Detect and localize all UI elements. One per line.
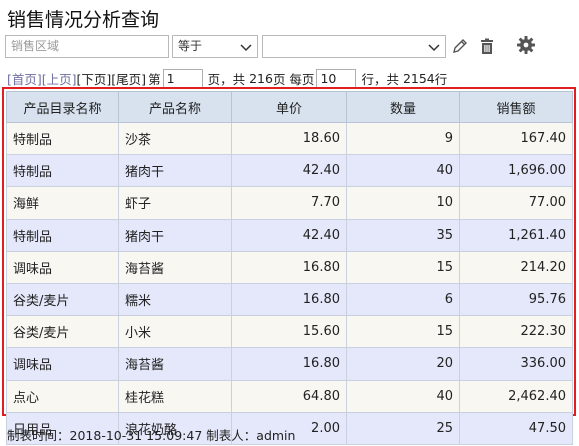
- table-cell: 谷类/麦片: [6, 282, 119, 317]
- table-cell: 95.76: [459, 282, 573, 317]
- page-title: 销售情况分析查询: [7, 9, 160, 31]
- table-cell: 小米: [118, 315, 232, 349]
- table-cell: 猪肉干: [118, 154, 232, 188]
- table-cell: 特制品: [6, 121, 119, 156]
- table-header-row: 产品目录名称 产品名称 单价 数量 销售额: [6, 91, 573, 123]
- prev-page-link[interactable]: [上页]: [42, 69, 77, 88]
- table-cell: 15: [346, 250, 460, 284]
- table-cell: 20: [346, 347, 460, 381]
- table-cell: 16.80: [231, 250, 347, 284]
- table-cell: 6: [346, 282, 460, 317]
- trash-icon: [481, 38, 493, 54]
- table-cell: 调味品: [6, 250, 119, 284]
- column-header[interactable]: 单价: [231, 91, 347, 123]
- edit-button[interactable]: [450, 36, 470, 56]
- page-number-input[interactable]: 1: [162, 68, 203, 88]
- table-cell: 点心: [6, 379, 119, 413]
- table-cell: 虾子: [118, 186, 232, 220]
- table-row[interactable]: 点心 桂花糕 64.80 40 2,462.40: [6, 379, 573, 413]
- table-cell: 15.60: [231, 315, 347, 349]
- table-cell: 桂花糕: [118, 379, 232, 413]
- chevron-down-icon: [240, 44, 252, 52]
- table-cell: 214.20: [459, 250, 573, 284]
- table-cell: 167.40: [459, 121, 573, 156]
- next-page-link[interactable]: [下页]: [77, 69, 112, 88]
- table-cell: 42.40: [231, 154, 347, 188]
- per-page-input[interactable]: 10: [316, 68, 357, 88]
- last-page-link[interactable]: [尾页]: [111, 69, 146, 88]
- table-cell: 336.00: [459, 347, 573, 381]
- table-row[interactable]: 调味品 海苔酱 16.80 20 336.00: [6, 347, 573, 381]
- table-cell: 25: [346, 411, 460, 445]
- table-cell: 沙茶: [118, 121, 232, 156]
- table-cell: 77.00: [459, 186, 573, 220]
- page-prefix-label: 第: [148, 71, 161, 87]
- table-cell: 10: [346, 186, 460, 220]
- table-cell: 1,261.40: [459, 218, 573, 252]
- table-cell: 2,462.40: [459, 379, 573, 413]
- table-cell: 64.80: [231, 379, 347, 413]
- first-page-link[interactable]: [首页]: [7, 69, 42, 88]
- table-cell: 海苔酱: [118, 250, 232, 284]
- table-cell: 谷类/麦片: [6, 315, 119, 349]
- delete-button[interactable]: [477, 36, 497, 56]
- table-cell: 35: [346, 218, 460, 252]
- table-cell: 15: [346, 315, 460, 349]
- sales-table-container: 产品目录名称 产品名称 单价 数量 销售额 特制品 沙茶 18.60 9 167…: [2, 87, 576, 445]
- table-cell: 海鲜: [6, 186, 119, 220]
- table-cell: 16.80: [231, 282, 347, 317]
- report-page: 销售情况分析查询 销售区域 等于 [首页] [上页] [下页] [尾页] 第 1…: [0, 0, 579, 446]
- gear-icon: [517, 36, 535, 54]
- pencil-icon: [453, 39, 467, 53]
- report-time: 2018-10-31 15:09:47: [69, 428, 203, 443]
- operator-select-value: 等于: [178, 39, 203, 53]
- sales-table: 产品目录名称 产品名称 单价 数量 销售额 特制品 沙茶 18.60 9 167…: [6, 91, 573, 445]
- table-cell: 42.40: [231, 218, 347, 252]
- table-cell: 40: [346, 379, 460, 413]
- table-cell: 糯米: [118, 282, 232, 317]
- table-cell: 47.50: [459, 411, 573, 445]
- table-cell: 1,696.00: [459, 154, 573, 188]
- per-page-label: 页 每页: [272, 71, 315, 87]
- table-row[interactable]: 海鲜 虾子 7.70 10 77.00: [6, 186, 573, 220]
- table-row[interactable]: 特制品 猪肉干 42.40 35 1,261.40: [6, 218, 573, 252]
- table-cell: 222.30: [459, 315, 573, 349]
- column-header[interactable]: 产品目录名称: [6, 91, 119, 123]
- table-cell: 18.60: [231, 121, 347, 156]
- time-label: 制表时间：: [7, 428, 70, 443]
- maker-label: 制表人：: [206, 428, 257, 443]
- report-maker: admin: [256, 428, 296, 443]
- table-cell: 猪肉干: [118, 218, 232, 252]
- value-select[interactable]: [262, 35, 446, 58]
- column-header[interactable]: 数量: [346, 91, 460, 123]
- total-pages-value: 216: [249, 70, 273, 86]
- table-cell: 特制品: [6, 154, 119, 188]
- table-row[interactable]: 谷类/麦片 糯米 16.80 6 95.76: [6, 282, 573, 317]
- table-row[interactable]: 特制品 猪肉干 42.40 40 1,696.00: [6, 154, 573, 188]
- table-cell: 调味品: [6, 347, 119, 381]
- table-row[interactable]: 调味品 海苔酱 16.80 15 214.20: [6, 250, 573, 284]
- table-row[interactable]: 谷类/麦片 小米 15.60 15 222.30: [6, 315, 573, 349]
- region-input[interactable]: 销售区域: [5, 35, 169, 58]
- chevron-down-icon: [428, 44, 440, 52]
- pagination-bar: [首页] [上页] [下页] [尾页] 第 1 页，共 216 页 每页 10 …: [7, 68, 447, 88]
- table-row[interactable]: 特制品 沙茶 18.60 9 167.40: [6, 121, 573, 156]
- column-header[interactable]: 销售额: [459, 91, 573, 123]
- settings-button[interactable]: [516, 35, 536, 55]
- rows-unit-label: 行: [434, 71, 448, 87]
- table-cell: 特制品: [6, 218, 119, 252]
- report-footer: 制表时间：2018-10-31 15:09:47 制表人：admin: [7, 425, 295, 444]
- table-cell: 9: [346, 121, 460, 156]
- table-cell: 海苔酱: [118, 347, 232, 381]
- table-cell: 16.80: [231, 347, 347, 381]
- operator-select[interactable]: 等于: [172, 35, 258, 58]
- table-cell: 40: [346, 154, 460, 188]
- column-header[interactable]: 产品名称: [118, 91, 232, 123]
- total-rows-value: 2154: [402, 70, 435, 86]
- page-suffix-label: 页，共: [207, 71, 246, 87]
- rows-label: 行，共: [361, 71, 399, 87]
- table-cell: 7.70: [231, 186, 347, 220]
